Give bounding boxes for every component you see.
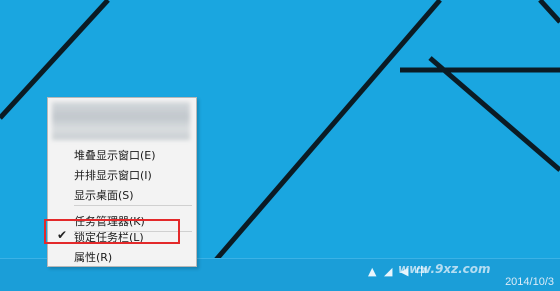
menu-item-label: 显示桌面(S) bbox=[74, 189, 134, 202]
highlight-box bbox=[44, 219, 180, 244]
toolbars-submenu-item[interactable] bbox=[52, 102, 190, 140]
menu-item-cascade-windows[interactable]: 堆叠显示窗口(E) bbox=[48, 144, 196, 164]
watermark: www.9xz.com bbox=[398, 262, 491, 276]
menu-separator bbox=[74, 205, 192, 206]
up-arrow-icon[interactable]: ▲ bbox=[368, 266, 376, 278]
menu-item-label: 堆叠显示窗口(E) bbox=[74, 149, 156, 162]
wallpaper-line-4 bbox=[428, 56, 560, 172]
network-icon[interactable]: ◢ bbox=[384, 266, 392, 278]
wallpaper-line-5 bbox=[538, 0, 560, 24]
menu-item-side-by-side[interactable]: 并排显示窗口(I) bbox=[48, 164, 196, 184]
wallpaper-line-2 bbox=[188, 0, 442, 290]
menu-item-label: 属性(R) bbox=[74, 251, 113, 264]
menu-item-show-desktop[interactable]: 显示桌面(S) bbox=[48, 184, 196, 204]
menu-item-label: 并排显示窗口(I) bbox=[74, 169, 152, 182]
clock-date[interactable]: 2014/10/3 bbox=[505, 276, 554, 288]
menu-item-properties[interactable]: 属性(R) bbox=[48, 246, 196, 266]
